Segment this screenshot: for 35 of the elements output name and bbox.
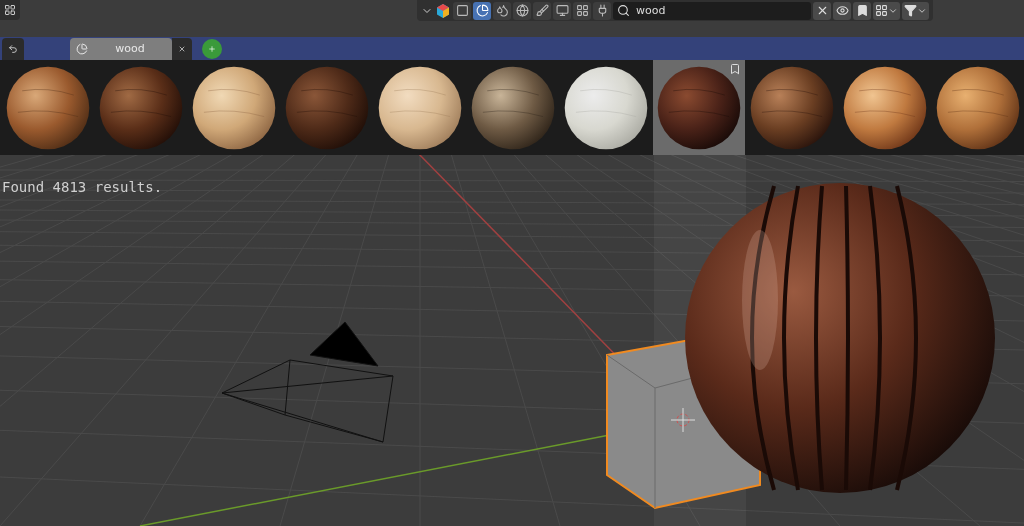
results-count-text: Found 4813 results. <box>1 179 164 195</box>
asset-type-button[interactable] <box>473 1 491 20</box>
bookmark-icon <box>855 4 869 17</box>
asset-type-icon <box>495 4 509 17</box>
visibility-button[interactable] <box>833 1 851 20</box>
asset-type-icon <box>475 4 489 17</box>
filter-dropdown-button[interactable] <box>902 1 929 20</box>
material-icon <box>76 42 88 55</box>
asset-type-button[interactable] <box>453 1 471 20</box>
eye-icon <box>835 4 849 17</box>
asset-type-button[interactable] <box>593 1 611 20</box>
bookmark-button[interactable] <box>853 1 871 20</box>
add-tab-button[interactable] <box>202 38 222 59</box>
back-button[interactable] <box>2 37 24 60</box>
search-value: wood <box>636 4 666 17</box>
search-field[interactable]: wood <box>613 1 811 20</box>
asset-type-icon <box>455 4 469 17</box>
bookmark-icon[interactable] <box>729 63 741 75</box>
asset-type-icon <box>515 4 529 17</box>
asset-type-button[interactable] <box>513 1 531 20</box>
asset-type-button[interactable] <box>533 1 551 20</box>
asset-type-button[interactable] <box>553 1 571 20</box>
select-box-button[interactable] <box>0 0 20 20</box>
layout-dropdown-button[interactable] <box>873 1 900 20</box>
asset-type-icon <box>535 4 549 17</box>
filter-icon <box>904 4 917 17</box>
grid-icon <box>875 4 888 17</box>
hexagon-logo-icon[interactable] <box>435 2 451 19</box>
search-icon <box>617 4 630 17</box>
asset-type-icon <box>555 4 569 17</box>
cursor-crosshair-icon <box>670 407 696 433</box>
asset-type-icon <box>575 4 589 17</box>
clear-search-button[interactable] <box>813 1 831 20</box>
asset-type-button[interactable] <box>493 1 511 20</box>
asset-type-button[interactable] <box>573 1 591 20</box>
